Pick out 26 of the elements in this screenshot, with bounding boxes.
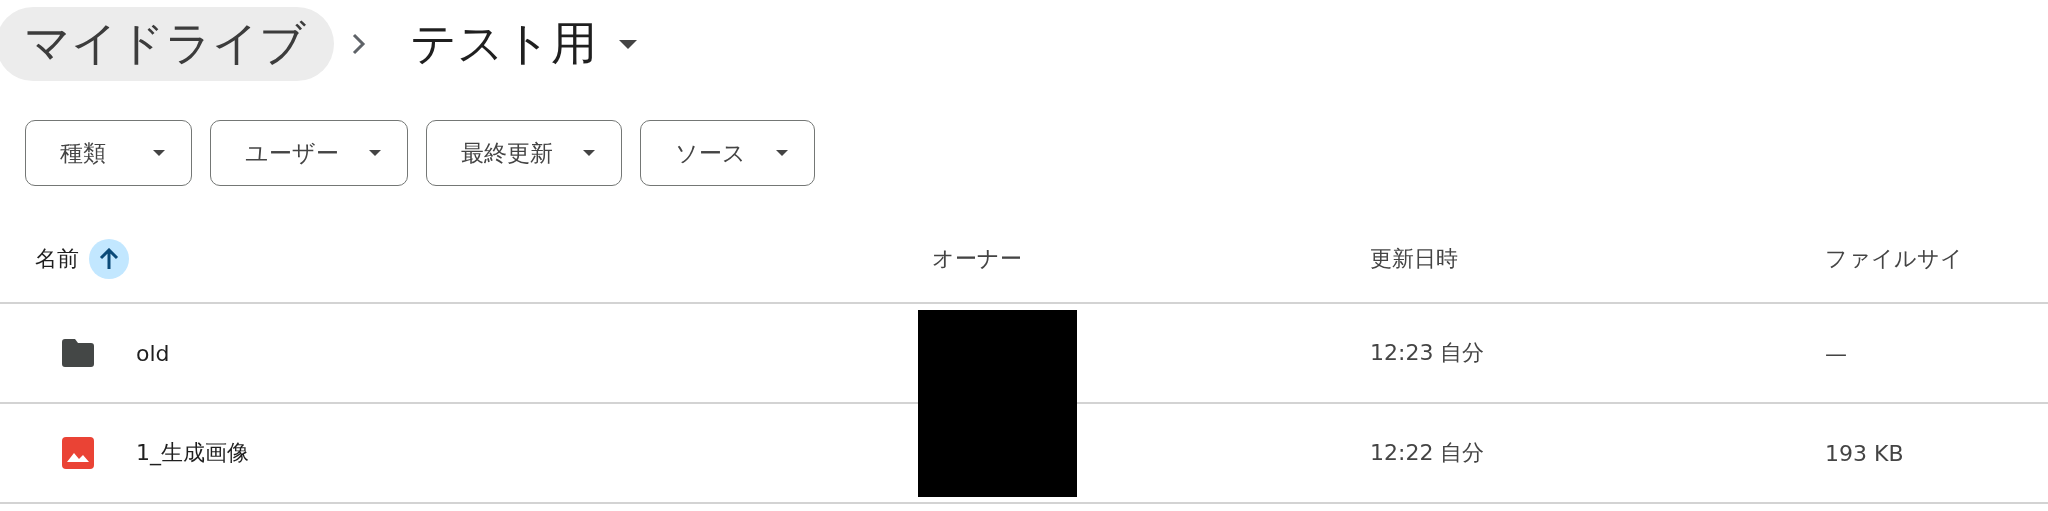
filter-chip[interactable]: 最終更新 — [426, 120, 622, 186]
arrow-up-icon — [99, 248, 119, 270]
column-header[interactable]: 名前 — [35, 244, 79, 274]
dropdown-caret-icon — [583, 150, 595, 156]
current-folder-button[interactable]: テスト用 — [390, 7, 657, 81]
sort-ascending-button[interactable] — [89, 239, 129, 279]
dropdown-caret-icon — [619, 39, 637, 49]
filter-chip[interactable]: ユーザー — [210, 120, 408, 186]
file-size-cell: 193 KB — [1825, 440, 1904, 466]
filter-chip[interactable]: ソース — [640, 120, 815, 186]
dropdown-caret-icon — [369, 150, 381, 156]
folder-icon — [62, 339, 94, 367]
breadcrumb-link[interactable]: マイドライブ — [0, 7, 334, 81]
file-name[interactable]: 1_生成画像 — [136, 438, 249, 468]
dropdown-caret-icon — [776, 150, 788, 156]
modified-cell-text: 12:23 自分 — [1370, 339, 1485, 367]
image-file-icon — [62, 437, 94, 469]
dropdown-caret-icon — [153, 150, 165, 156]
column-header[interactable]: 更新日時 — [1370, 244, 1458, 274]
column-header[interactable]: ファイルサイ — [1825, 244, 1963, 274]
file-name[interactable]: old — [136, 340, 170, 366]
column-header[interactable]: オーナー — [932, 244, 1022, 274]
chevron-right-icon — [352, 33, 366, 55]
filter-chip[interactable]: 種類 — [25, 120, 192, 186]
file-size-cell: — — [1825, 340, 1847, 366]
modified-cell-text: 12:22 自分 — [1370, 439, 1485, 467]
